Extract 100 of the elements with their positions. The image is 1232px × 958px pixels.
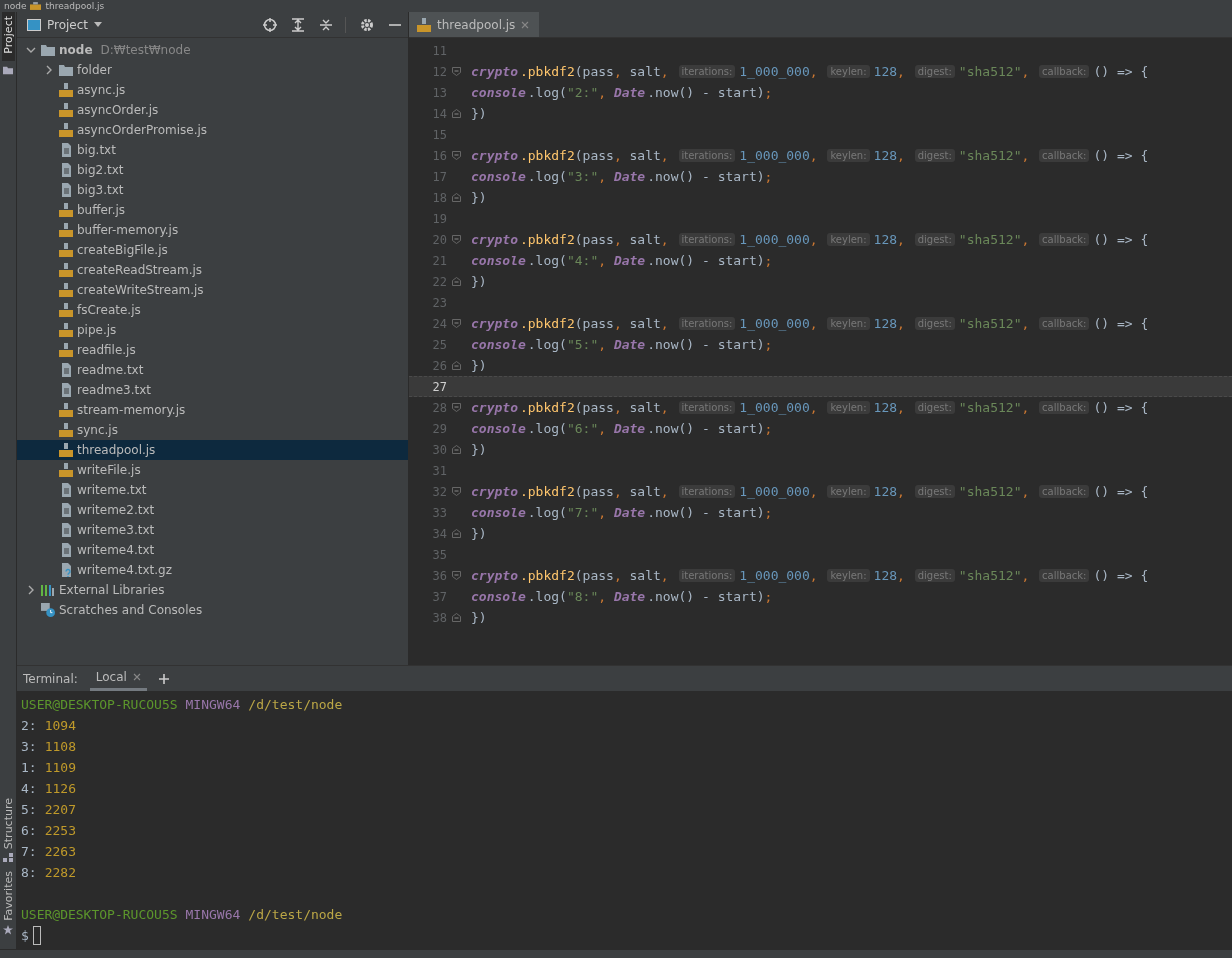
parameter-hint: digest: (914, 401, 955, 414)
code-token: , (613, 64, 622, 79)
tree-item[interactable]: External Libraries (17, 580, 408, 600)
code-token: .log( (527, 589, 567, 604)
parameter-hint: callback: (1039, 149, 1090, 162)
editor-tab[interactable]: threadpool.js (409, 12, 540, 37)
code-token: , (660, 568, 669, 583)
parameter-hint: iterations: (678, 401, 736, 414)
fold-icon[interactable] (451, 361, 461, 370)
tree-item[interactable]: threadpool.js (17, 440, 408, 460)
parameter-hint: iterations: (678, 65, 736, 78)
tree-item[interactable]: readme3.txt (17, 380, 408, 400)
tree-item[interactable]: async.js (17, 80, 408, 100)
tree-item[interactable]: writeFile.js (17, 460, 408, 480)
tree-item[interactable]: pipe.js (17, 320, 408, 340)
chevron-down-icon[interactable] (26, 45, 36, 55)
code-token: Date (613, 253, 647, 268)
tree-item[interactable]: asyncOrderPromise.js (17, 120, 408, 140)
terminal-tab[interactable]: Local (89, 666, 147, 691)
add-icon[interactable] (158, 673, 169, 684)
tree-item[interactable]: readfile.js (17, 340, 408, 360)
output-label: 1: (21, 760, 37, 775)
line-number: 18 (431, 190, 447, 205)
js-file-icon (59, 403, 73, 417)
tree-item[interactable]: writeme2.txt (17, 500, 408, 520)
breadcrumb-item[interactable]: node (4, 0, 27, 12)
tree-item[interactable]: sync.js (17, 420, 408, 440)
tree-item[interactable]: writeme4.txt.gz (17, 560, 408, 580)
fold-icon[interactable] (451, 277, 461, 286)
expand-all-icon[interactable] (291, 17, 305, 32)
code-token: , (660, 484, 669, 499)
line-number: 31 (431, 463, 447, 478)
caret-icon[interactable] (94, 22, 103, 27)
code-token: , (1021, 400, 1030, 415)
fold-icon[interactable] (451, 235, 461, 244)
fold-icon[interactable] (451, 487, 461, 496)
tree-item[interactable]: big.txt (17, 140, 408, 160)
js-file-icon (30, 2, 42, 10)
line-number: 14 (431, 106, 447, 121)
fold-icon[interactable] (451, 571, 461, 580)
tree-item[interactable]: fsCreate.js (17, 300, 408, 320)
code-token: }) (471, 526, 487, 541)
chevron-right-icon[interactable] (26, 585, 36, 595)
collapse-all-icon[interactable] (319, 17, 333, 32)
project-view-dropdown[interactable]: Project (47, 17, 89, 32)
fold-icon[interactable] (451, 193, 461, 202)
code-token: }) (471, 610, 487, 625)
code-token: , (897, 400, 905, 415)
code-token: , (660, 148, 669, 163)
tool-window-tab[interactable]: Favorites (1, 871, 15, 921)
settings-icon[interactable] (360, 17, 374, 32)
tree-item[interactable]: big3.txt (17, 180, 408, 200)
breadcrumb-item[interactable]: threadpool.js (45, 0, 105, 12)
code-token: (pass (574, 568, 614, 583)
tree-item[interactable]: createBigFile.js (17, 240, 408, 260)
text-file-icon (59, 503, 73, 517)
fold-icon[interactable] (451, 403, 461, 412)
parameter-hint: callback: (1039, 233, 1090, 246)
folder-icon (59, 63, 73, 77)
code-token: console (471, 589, 527, 604)
tree-item[interactable]: writeme4.txt (17, 540, 408, 560)
tree-item[interactable]: buffer.js (17, 200, 408, 220)
tree-item[interactable]: readme.txt (17, 360, 408, 380)
fold-icon[interactable] (451, 319, 461, 328)
project-tool-tab[interactable]: Project (1, 12, 15, 61)
tree-item[interactable]: Scratches and Consoles (17, 600, 408, 620)
tree-item[interactable]: createWriteStream.js (17, 280, 408, 300)
tree-item[interactable]: writeme.txt (17, 480, 408, 500)
code-token: () => { (1093, 64, 1149, 79)
code-token: "sha512" (958, 232, 1022, 247)
tree-item[interactable]: stream-memory.js (17, 400, 408, 420)
tree-item[interactable]: createReadStream.js (17, 260, 408, 280)
chevron-right-icon[interactable] (44, 65, 54, 75)
fold-icon[interactable] (451, 613, 461, 622)
tree-item[interactable]: writeme3.txt (17, 520, 408, 540)
locate-icon[interactable] (263, 17, 277, 32)
fold-icon[interactable] (451, 445, 461, 454)
line-number: 28 (431, 400, 447, 415)
parameter-hint: iterations: (678, 485, 736, 498)
fold-icon[interactable] (451, 109, 461, 118)
tree-item[interactable]: buffer-memory.js (17, 220, 408, 240)
line-number: 23 (431, 295, 447, 310)
js-file-icon (59, 283, 73, 297)
line-number: 17 (431, 169, 447, 184)
tree-item[interactable]: big2.txt (17, 160, 408, 180)
code-token: , (598, 253, 607, 268)
fold-icon[interactable] (451, 529, 461, 538)
fold-icon[interactable] (451, 67, 461, 76)
tree-item[interactable]: node D:₩test₩node (17, 40, 408, 60)
line-number: 30 (431, 442, 447, 457)
fold-icon[interactable] (451, 151, 461, 160)
tree-item[interactable]: asyncOrder.js (17, 100, 408, 120)
tool-window-tab[interactable]: Structure (1, 798, 15, 850)
code-token: 128 (873, 232, 898, 247)
line-number: 16 (431, 148, 447, 163)
prompt-path: /d/test/node (248, 907, 343, 922)
code-token: () => { (1093, 232, 1149, 247)
close-icon[interactable] (132, 673, 141, 681)
tree-item[interactable]: folder (17, 60, 408, 80)
close-icon[interactable] (521, 20, 530, 29)
